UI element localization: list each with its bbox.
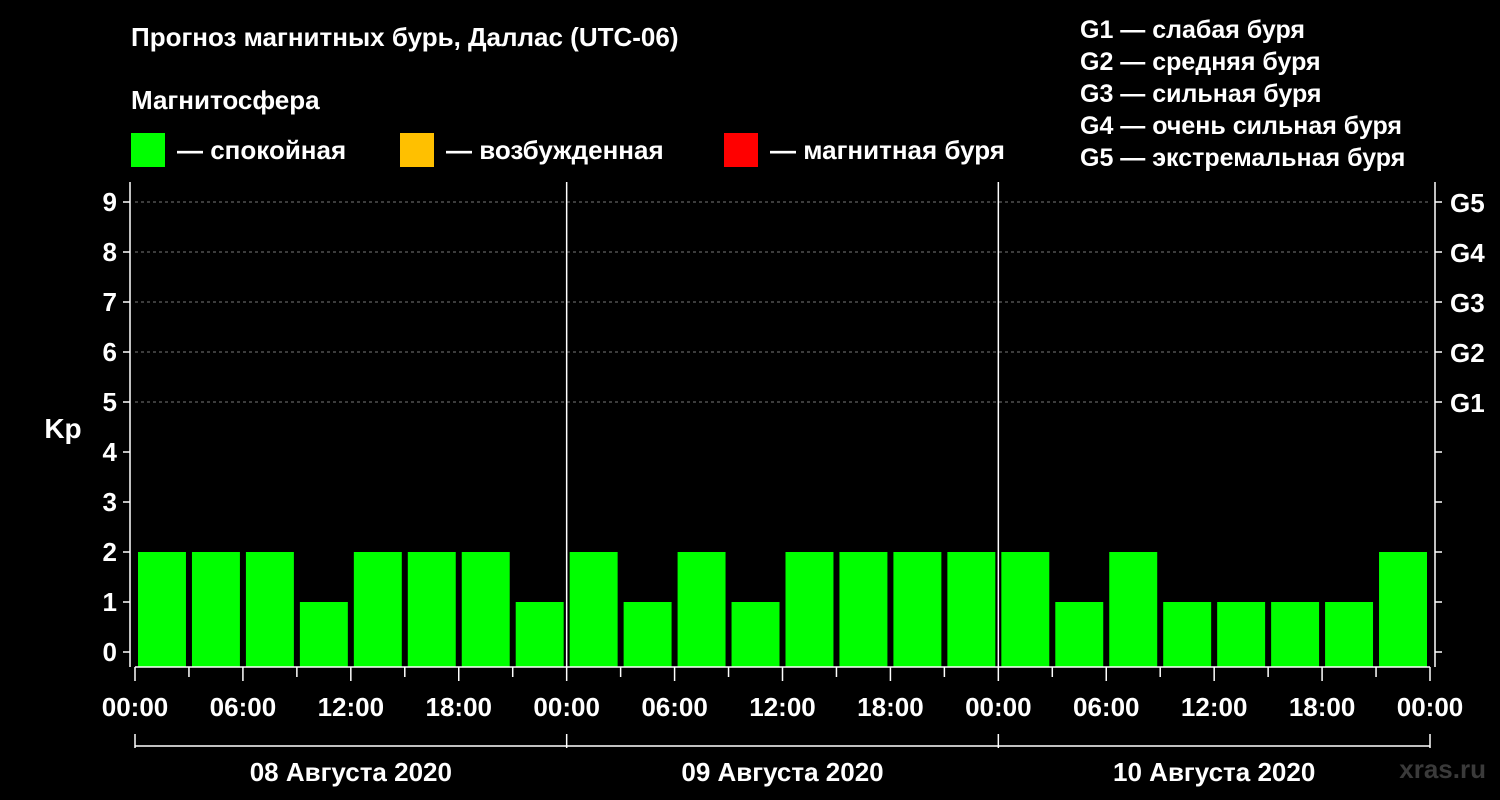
bar xyxy=(731,602,780,667)
bar xyxy=(515,602,564,667)
y-tick-label: 4 xyxy=(103,437,118,467)
x-tick-label: 06:00 xyxy=(641,692,708,722)
bar xyxy=(1379,552,1427,667)
bar xyxy=(191,552,240,667)
y-tick-label: 1 xyxy=(103,587,117,617)
x-tick-label: 00:00 xyxy=(533,692,600,722)
g-level-label: G2 xyxy=(1450,338,1485,368)
y-tick-label: 8 xyxy=(103,237,117,267)
g-level-label: G4 xyxy=(1450,238,1485,268)
x-tick-label: 06:00 xyxy=(210,692,277,722)
y-tick-label: 3 xyxy=(103,487,117,517)
x-tick-label: 18:00 xyxy=(426,692,493,722)
day-label: 09 Августа 2020 xyxy=(681,757,883,787)
y-tick-label: 7 xyxy=(103,287,117,317)
bar xyxy=(1109,552,1158,667)
kp-bar-chart: 0 1 2 3 4 5 6 7 8 9 G1 G2 G3 G4 G5 Kp 00:00 06:00 12:00 18:… xyxy=(44,182,1485,787)
bar xyxy=(245,552,294,667)
bar xyxy=(1325,602,1374,667)
x-tick-label: 00:00 xyxy=(965,692,1032,722)
x-tick-label: 12:00 xyxy=(749,692,816,722)
bar xyxy=(353,552,402,667)
bar xyxy=(677,552,726,667)
y-tick-label: 0 xyxy=(103,637,117,667)
g-level-label: G3 xyxy=(1450,288,1485,318)
bar xyxy=(623,602,672,667)
bar xyxy=(893,552,942,667)
watermark: xras.ru xyxy=(1399,754,1486,784)
bar xyxy=(407,552,456,667)
y-tick-label: 9 xyxy=(103,187,117,217)
y-tick-label: 6 xyxy=(103,337,117,367)
x-tick-label: 00:00 xyxy=(102,692,169,722)
bar xyxy=(569,552,618,667)
x-tick-label: 12:00 xyxy=(1181,692,1248,722)
g-level-label: G1 xyxy=(1450,388,1485,418)
g-level-label: G5 xyxy=(1450,188,1485,218)
bar xyxy=(1001,552,1050,667)
bar xyxy=(1271,602,1320,667)
bar xyxy=(785,552,834,667)
bar xyxy=(138,552,186,667)
bar xyxy=(461,552,510,667)
y-tick-label: 2 xyxy=(103,537,117,567)
bar xyxy=(299,602,348,667)
x-tick-label: 18:00 xyxy=(1289,692,1356,722)
bar xyxy=(1217,602,1266,667)
bar xyxy=(839,552,888,667)
y-tick-label: 5 xyxy=(103,387,117,417)
day-label: 08 Августа 2020 xyxy=(250,757,452,787)
x-tick-label: 18:00 xyxy=(857,692,924,722)
x-tick-label: 00:00 xyxy=(1397,692,1464,722)
x-tick-label: 12:00 xyxy=(318,692,385,722)
bar xyxy=(947,552,996,667)
y-axis-label: Kp xyxy=(44,413,81,444)
day-label: 10 Августа 2020 xyxy=(1113,757,1315,787)
bar xyxy=(1163,602,1212,667)
bar xyxy=(1055,602,1104,667)
x-tick-label: 06:00 xyxy=(1073,692,1140,722)
